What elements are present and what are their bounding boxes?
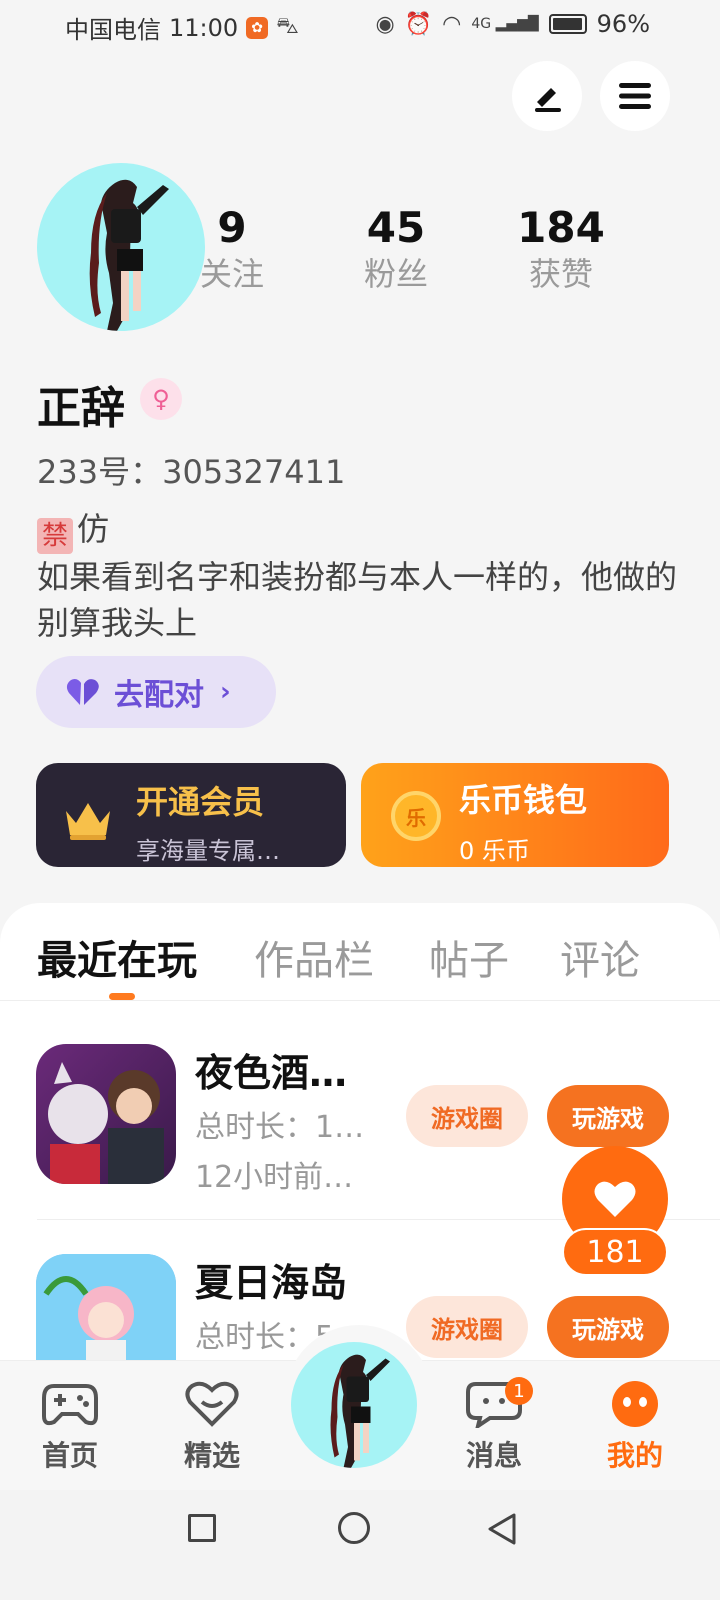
- bio-tag-icon: 禁: [37, 518, 73, 554]
- carrier: 中国电信: [65, 16, 161, 44]
- nav-mine[interactable]: 我的: [585, 1380, 685, 1474]
- bio-text: 如果看到名字和装扮都与本人一样的，他做的别算我头上: [37, 558, 678, 642]
- stat-value: 9: [217, 203, 247, 252]
- user-id-label: 233号：: [37, 453, 163, 491]
- stat-label: 关注: [199, 255, 264, 293]
- game-duration: 总时长：1…: [195, 1110, 365, 1145]
- tab-recent-played[interactable]: 最近在玩: [37, 928, 197, 986]
- game-cover-image: [36, 1254, 176, 1360]
- nav-home[interactable]: 首页: [20, 1380, 120, 1474]
- play-game-button[interactable]: 玩游戏: [547, 1085, 669, 1147]
- match-label: 去配对: [114, 678, 204, 713]
- wallet-balance: 0 乐币: [459, 837, 530, 865]
- like-count: 181: [562, 1228, 668, 1276]
- nav-label: 消息: [465, 1439, 522, 1472]
- stat-following[interactable]: 9 关注: [162, 204, 302, 296]
- eye-icon: ◉: [375, 11, 395, 37]
- heart-outline-icon: [185, 1381, 239, 1427]
- stat-value: 45: [366, 203, 426, 252]
- system-nav-bar: [0, 1490, 720, 1600]
- alarm-icon: ⏰: [404, 11, 433, 37]
- crown-icon: [66, 803, 110, 840]
- nav-label: 首页: [41, 1439, 98, 1472]
- avatar-character-image: [330, 1354, 390, 1468]
- game-circle-button[interactable]: 游戏圈: [406, 1085, 528, 1147]
- gamepad-icon: [42, 1384, 98, 1426]
- stat-followers[interactable]: 45 粉丝: [326, 204, 466, 296]
- tab-posts[interactable]: 帖子: [429, 928, 509, 986]
- face-icon: [612, 1381, 658, 1427]
- vip-title: 开通会员: [136, 783, 265, 821]
- game-title: 夏日海岛: [195, 1261, 348, 1305]
- tab-comments[interactable]: 评论: [560, 928, 640, 986]
- pen-icon: [535, 88, 561, 112]
- wallet-title: 乐币钱包: [459, 781, 588, 819]
- back-button[interactable]: [486, 1512, 518, 1546]
- game-circle-button[interactable]: 游戏圈: [406, 1296, 528, 1358]
- bio: 禁仿 如果看到名字和装扮都与本人一样的，他做的别算我头上: [37, 506, 677, 646]
- stat-label: 获赞: [528, 255, 593, 293]
- nav-center-avatar[interactable]: [291, 1342, 417, 1468]
- stat-likes[interactable]: 184 获赞: [491, 204, 631, 296]
- gender-female-icon: ♀: [140, 378, 182, 420]
- username: 正辞: [37, 383, 125, 434]
- status-right: ◉ ⏰ ◠ 4G ▂▄▆█ 96%: [376, 10, 650, 38]
- heart-icon: [66, 679, 99, 705]
- battery-percent: 96%: [596, 10, 650, 38]
- status-bar: 中国电信 11:00 ✿ ⛍ ◉ ⏰ ◠ 4G ▂▄▆█ 96%: [0, 0, 720, 52]
- user-id: 233号：305327411: [37, 447, 345, 493]
- home-button[interactable]: [338, 1512, 370, 1544]
- coin-icon: 乐: [391, 791, 441, 841]
- game-last-played: 12小时前…: [195, 1160, 354, 1195]
- active-tab-indicator: [109, 993, 135, 1000]
- vip-subtitle: 享海量专属…: [136, 837, 280, 865]
- message-badge: 1: [505, 1377, 533, 1405]
- bio-line1: 仿: [77, 510, 110, 548]
- vip-card[interactable]: 开通会员 享海量专属…: [36, 763, 346, 867]
- status-left: 中国电信 11:00 ✿ ⛍: [65, 10, 299, 45]
- clock: 11:00: [169, 13, 239, 42]
- signal-icon: 4G ▂▄▆█: [471, 16, 539, 32]
- play-game-button[interactable]: 玩游戏: [547, 1296, 669, 1358]
- wallet-card[interactable]: 乐 乐币钱包 0 乐币: [361, 763, 669, 867]
- stat-label: 粉丝: [363, 255, 428, 293]
- app-notification-icon: ✿: [246, 16, 269, 39]
- game-cover-image: [48, 1062, 164, 1184]
- battery-icon: [548, 14, 587, 34]
- stat-value: 184: [517, 203, 605, 252]
- edit-profile-button[interactable]: [512, 61, 582, 131]
- nav-featured[interactable]: 精选: [162, 1380, 262, 1474]
- tab-works[interactable]: 作品栏: [254, 928, 374, 986]
- nav-label: 精选: [183, 1439, 240, 1472]
- recents-button[interactable]: [188, 1514, 216, 1542]
- car-icon: ⛍: [276, 13, 299, 39]
- hamburger-icon: [619, 83, 651, 109]
- menu-button[interactable]: [600, 61, 670, 131]
- tab-divider: [0, 1000, 720, 1001]
- match-button[interactable]: 去配对 ›: [36, 656, 276, 728]
- wifi-icon: ◠: [442, 11, 462, 37]
- game-title: 夜色酒…: [195, 1051, 348, 1095]
- nav-label: 我的: [606, 1439, 663, 1472]
- game-icon[interactable]: [36, 1044, 176, 1184]
- user-id-value: 305327411: [162, 453, 346, 491]
- chevron-right-icon: ›: [220, 677, 231, 707]
- heart-icon: [594, 1181, 636, 1217]
